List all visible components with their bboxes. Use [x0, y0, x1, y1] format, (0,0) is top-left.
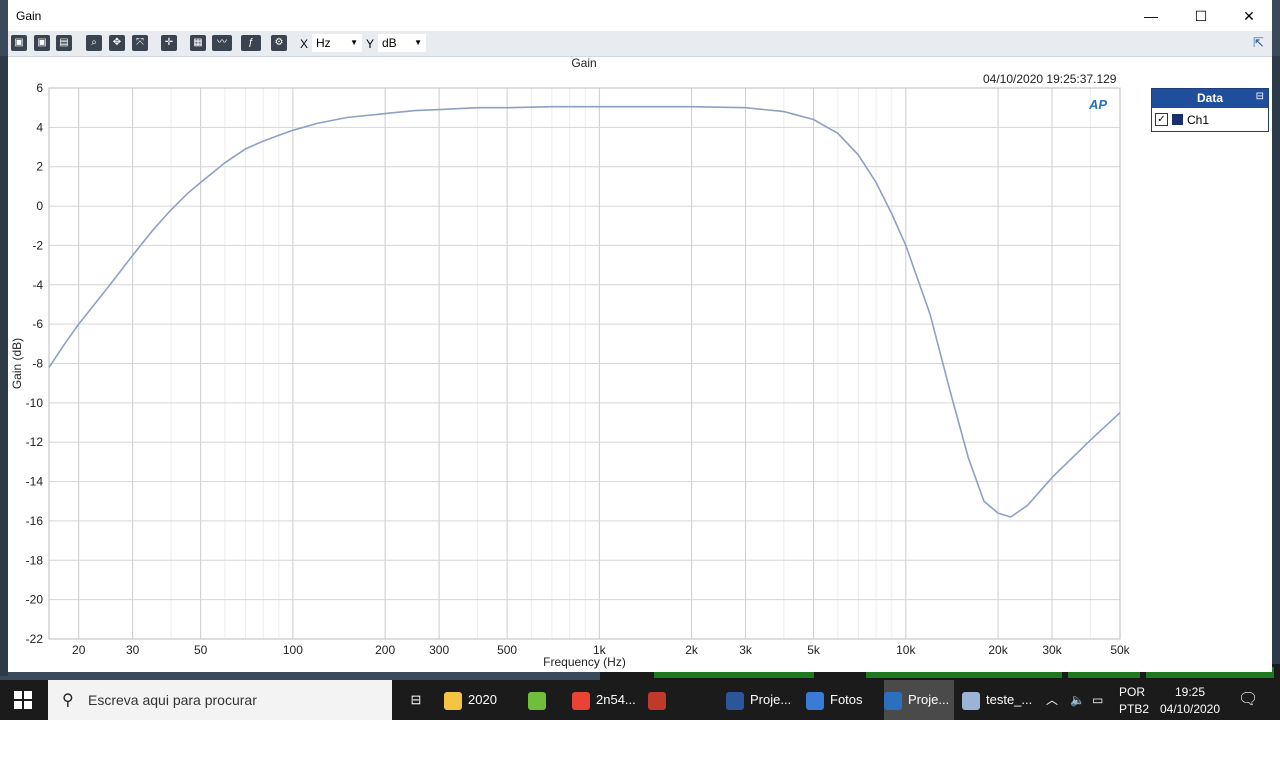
tray-chevron-icon[interactable]: ︿ — [1046, 680, 1058, 720]
app-label: teste_... — [986, 692, 1033, 707]
x-axis-title: Frequency (Hz) — [543, 655, 626, 669]
y-tick-label: 4 — [36, 120, 43, 134]
undock-icon[interactable]: ⇱ — [1253, 36, 1267, 50]
app-icon — [726, 691, 744, 710]
x-tick-label: 100 — [283, 643, 303, 657]
y-axis-title: Gain (dB) — [10, 338, 24, 389]
taskbar-app-3[interactable]: LTspic... — [648, 680, 718, 747]
x-tick-label: 10k — [896, 643, 916, 657]
x-tick-label: 2k — [685, 643, 699, 657]
y-tick-label: -4 — [32, 278, 43, 292]
notifications-icon[interactable]: 🗨 — [1238, 680, 1258, 720]
taskbar-app-7[interactable]: teste_... — [962, 680, 1038, 720]
taskbar-app-0[interactable]: 2020 — [444, 680, 516, 720]
taskbar-app-1[interactable] — [528, 680, 562, 720]
x-tick-label: 30k — [1042, 643, 1062, 657]
app-icon — [444, 691, 462, 710]
x-tick-label: 30 — [126, 643, 140, 657]
x-tick-label: 200 — [375, 643, 395, 657]
y-tick-label: 6 — [36, 81, 43, 95]
ap-logo-icon: AP — [1089, 97, 1108, 112]
y-tick-label: -22 — [26, 632, 44, 646]
app-label: LTspic... — [648, 732, 695, 747]
app-label: Proje... — [908, 692, 950, 707]
legend-checkbox-ch1[interactable]: ✓ — [1155, 113, 1168, 126]
x-tick-label: 20 — [72, 643, 86, 657]
x-tick-label: 50 — [194, 643, 208, 657]
taskbar-app-2[interactable]: 2n54... — [572, 680, 642, 720]
app-icon — [884, 691, 902, 710]
y-tick-label: -12 — [26, 435, 44, 449]
x-tick-label: 3k — [739, 643, 753, 657]
clock-time: 19:25 — [1174, 685, 1206, 699]
y-tick-label: -16 — [26, 514, 44, 528]
volume-icon[interactable]: 🔈 — [1070, 680, 1085, 720]
taskbar-app-5[interactable]: Fotos — [806, 680, 876, 720]
language-code: POR — [1119, 685, 1146, 699]
app-label: Fotos — [830, 692, 863, 707]
legend-swatch-ch1 — [1172, 114, 1183, 125]
x-tick-label: 5k — [807, 643, 821, 657]
task-view-icon[interactable]: ⊟ — [404, 680, 428, 720]
taskbar: ⚲ Escreva aqui para procurar ⊟ 2020 2n54.… — [0, 680, 1280, 747]
clock-date: 04/10/2020 — [1159, 702, 1221, 716]
app-label: Proje... — [750, 692, 792, 707]
y-tick-label: -8 — [32, 357, 43, 371]
x-tick-label: 20k — [988, 643, 1008, 657]
close-button[interactable]: ✕ — [1226, 4, 1272, 28]
y-tick-label: 2 — [36, 160, 43, 174]
taskbar-app-4[interactable]: Proje... — [726, 680, 796, 720]
search-icon: ⚲ — [62, 692, 74, 709]
chart-timestamp: 04/10/2020 19:25:37.129 — [983, 72, 1117, 86]
gain-chart: 20 30 50 100 200 300 500 1k 2k 3k 5k 10k 20k 30k 50k64… — [10, 81, 1131, 669]
legend: Data ⊟ ✓ Ch1 — [1151, 88, 1269, 132]
y-tick-label: -14 — [26, 475, 44, 489]
app-icon — [962, 691, 980, 710]
app-icon — [806, 691, 824, 710]
app-icon — [648, 691, 666, 710]
app-label: 2n54... — [596, 692, 636, 707]
app-icon — [572, 691, 590, 710]
legend-title: Data — [1152, 89, 1268, 108]
taskbar-search[interactable]: ⚲ Escreva aqui para procurar — [48, 680, 392, 720]
y-tick-label: -2 — [32, 238, 43, 252]
y-tick-label: 0 — [36, 199, 43, 213]
search-placeholder: Escreva aqui para procurar — [88, 692, 257, 708]
x-tick-label: 50k — [1110, 643, 1130, 657]
x-tick-label: 300 — [429, 643, 449, 657]
clock[interactable]: 19:25 04/10/2020 — [1158, 685, 1222, 716]
x-tick-label: 500 — [497, 643, 517, 657]
app-icon — [528, 691, 546, 710]
chart-title: Gain — [571, 56, 597, 70]
taskbar-app-6[interactable]: Proje... — [884, 680, 954, 720]
network-icon[interactable]: ▭ — [1092, 680, 1103, 720]
legend-label-ch1: Ch1 — [1187, 113, 1210, 127]
y-tick-label: -6 — [32, 317, 43, 331]
maximize-button[interactable]: ☐ — [1178, 4, 1224, 28]
background-window-edge-right — [1272, 56, 1280, 676]
pin-icon[interactable]: ⊟ — [1256, 91, 1264, 102]
y-tick-label: -10 — [26, 396, 44, 410]
windows-start-icon[interactable] — [14, 691, 32, 709]
language-indicator[interactable]: POR PTB2 — [1119, 685, 1149, 716]
keyboard-layout: PTB2 — [1119, 702, 1150, 716]
y-tick-label: -18 — [26, 553, 44, 567]
app-label: 2020 — [468, 692, 497, 707]
y-tick-label: -20 — [26, 593, 44, 607]
